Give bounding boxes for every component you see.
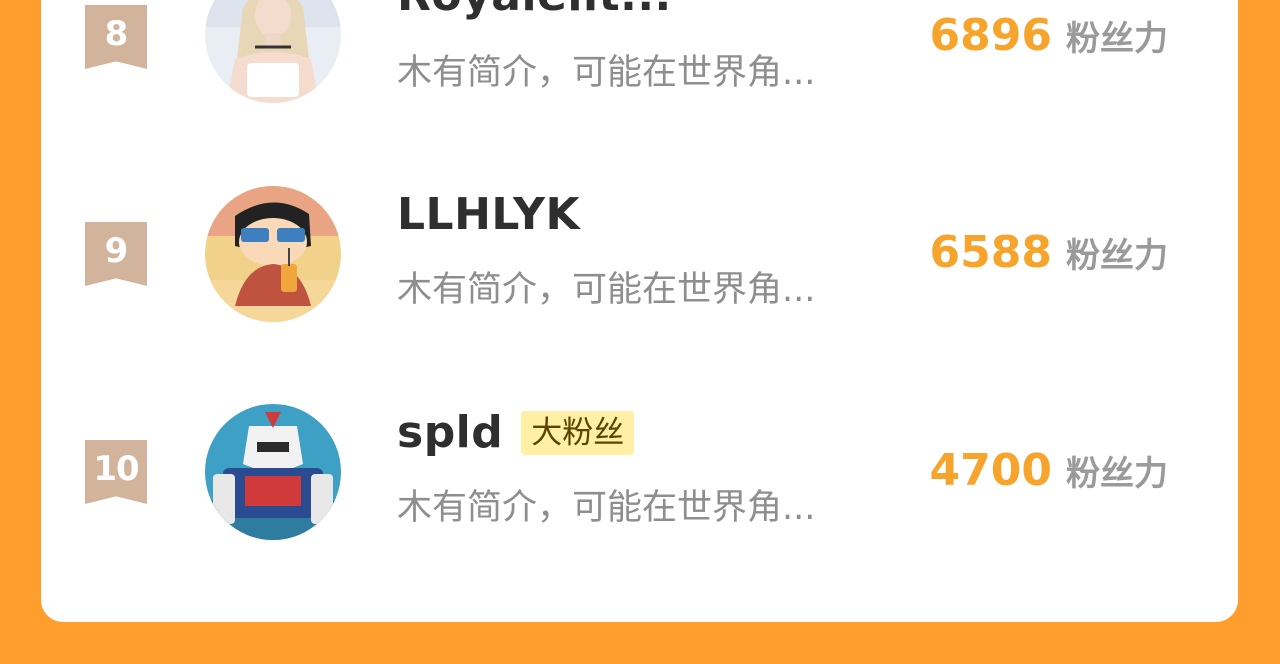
fan-power-score: 6896 粉丝力	[930, 10, 1168, 61]
score-value: 6588	[929, 227, 1052, 278]
fan-power-score: 4700 粉丝力	[930, 445, 1168, 496]
rank-flag: 10	[85, 440, 147, 504]
score-value: 6896	[929, 10, 1052, 61]
leaderboard-row[interactable]: 9 LLHLYK 木有简介，可能在世界角... 6588 粉丝力	[41, 177, 1238, 377]
score-unit: 粉丝力	[1066, 19, 1168, 59]
avatar-robot-mech-icon	[205, 404, 341, 540]
user-bio: 木有简介，可能在世界角...	[397, 488, 816, 528]
big-fan-badge: 大粉丝	[521, 410, 635, 455]
user-bio: 木有简介，可能在世界角...	[397, 270, 816, 310]
leaderboard-row[interactable]: 8 Royaleilt... 木有简介，可能在世界角... 6896 粉丝力	[41, 0, 1238, 160]
score-value: 4700	[929, 445, 1052, 496]
rank-flag: 8	[85, 5, 147, 69]
score-unit: 粉丝力	[1066, 454, 1168, 494]
avatar[interactable]	[205, 186, 341, 322]
user-name[interactable]: Royaleilt...	[397, 0, 672, 21]
user-name[interactable]: spld	[397, 407, 503, 458]
rank-flag: 9	[85, 222, 147, 286]
leaderboard-row[interactable]: 10 spld 大粉丝 木有简介，可能在世界角... 4700 粉丝力	[41, 395, 1238, 595]
fan-power-score: 6588 粉丝力	[930, 227, 1168, 278]
score-unit: 粉丝力	[1066, 236, 1168, 276]
user-name[interactable]: LLHLYK	[397, 189, 580, 240]
leaderboard-card: 8 Royaleilt... 木有简介，可能在世界角... 6896 粉丝力 9	[41, 0, 1238, 622]
avatar-girl-white-top-icon	[205, 0, 341, 103]
avatar-cartoon-boy-sunglasses-icon	[205, 186, 341, 322]
avatar[interactable]	[205, 0, 341, 103]
user-bio: 木有简介，可能在世界角...	[397, 53, 816, 93]
avatar[interactable]	[205, 404, 341, 540]
